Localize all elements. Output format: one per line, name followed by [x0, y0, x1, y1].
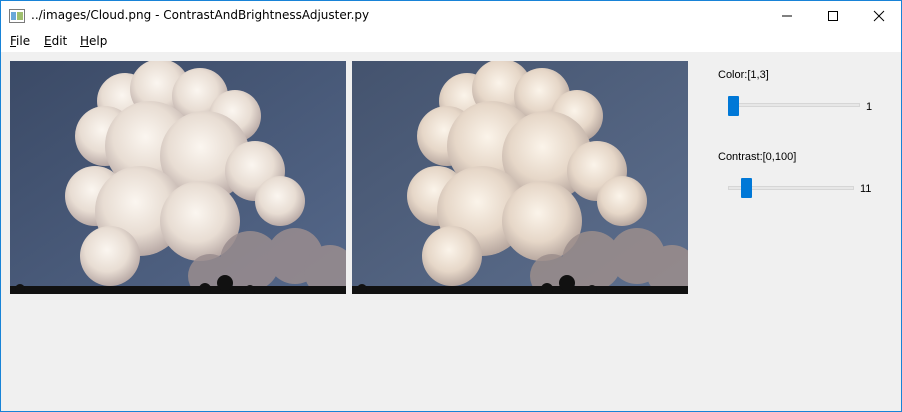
- app-window: ../images/Cloud.png - ContrastAndBrightn…: [0, 0, 902, 412]
- menu-edit[interactable]: Edit: [44, 34, 67, 48]
- maximize-button[interactable]: [810, 1, 856, 31]
- menu-file[interactable]: File: [10, 34, 30, 48]
- app-window-icon: [9, 9, 25, 23]
- close-button[interactable]: [856, 1, 901, 31]
- window-title: ../images/Cloud.png - ContrastAndBrightn…: [31, 8, 370, 22]
- minimize-icon: [782, 15, 792, 17]
- cloud-image: [10, 61, 346, 294]
- contrast-value: 11: [860, 183, 872, 195]
- minimize-button[interactable]: [764, 1, 810, 31]
- original-image: [10, 61, 346, 294]
- close-icon: [873, 10, 885, 22]
- color-slider-track[interactable]: [728, 103, 860, 107]
- adjusted-image: [352, 61, 688, 294]
- title-bar[interactable]: ../images/Cloud.png - ContrastAndBrightn…: [1, 1, 901, 31]
- menu-bar: File Edit Help: [1, 31, 901, 52]
- maximize-icon: [828, 11, 838, 21]
- contrast-slider-handle[interactable]: [741, 178, 752, 198]
- menu-help[interactable]: Help: [80, 34, 107, 48]
- contrast-label: Contrast:[0,100]: [718, 151, 797, 163]
- cloud-image: [352, 61, 688, 294]
- color-slider-handle[interactable]: [728, 96, 739, 116]
- color-label: Color:[1,3]: [718, 69, 769, 81]
- color-value: 1: [866, 101, 873, 113]
